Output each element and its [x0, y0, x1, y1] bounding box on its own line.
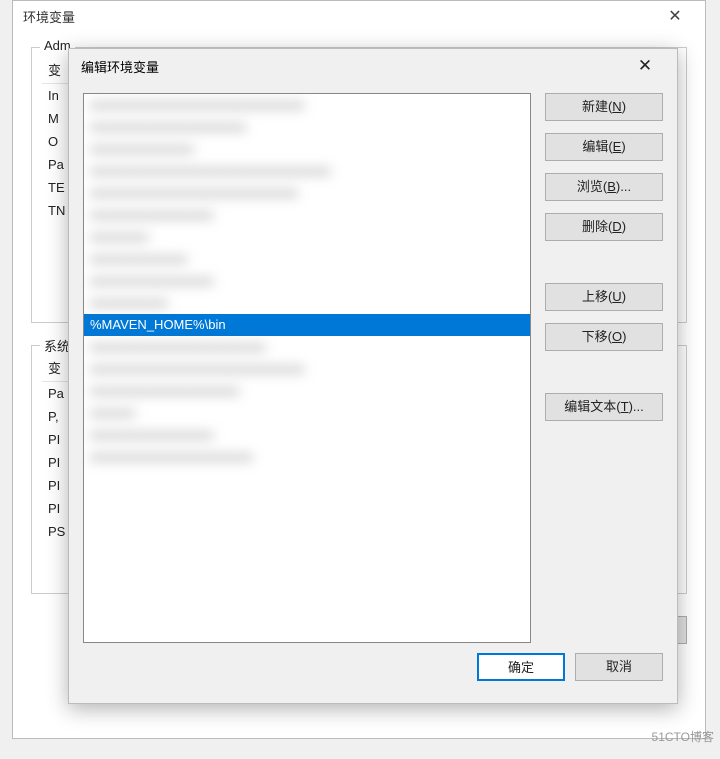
- edit-text-button[interactable]: 编辑文本(T)...: [545, 393, 663, 421]
- list-item[interactable]: xxxxxxxxxxxxxxxxxxx: [84, 424, 530, 446]
- list-item[interactable]: xxxxxxxxxxxxxxxxxxxxxxxxxxxxxxxx: [84, 182, 530, 204]
- list-item[interactable]: xxxxxxxxxxxxxxxxxxxxxxx: [84, 380, 530, 402]
- path-list[interactable]: xxxxxxxxxxxxxxxxxxxxxxxxxxxxxxxxx xxxxxx…: [83, 93, 531, 643]
- list-item[interactable]: xxxxxxxxxxxxxxxxxxxxxxxxxxxxxxxxx: [84, 94, 530, 116]
- move-up-button[interactable]: 上移(U): [545, 283, 663, 311]
- list-item[interactable]: xxxxxxxxxxxxxxxx: [84, 138, 530, 160]
- ok-button[interactable]: 确定: [477, 653, 565, 681]
- edit-env-var-dialog: 编辑环境变量 ✕ xxxxxxxxxxxxxxxxxxxxxxxxxxxxxxx…: [68, 48, 678, 704]
- side-buttons: 新建(N) 编辑(E) 浏览(B)... 删除(D) 上移(U) 下移(O) 编…: [545, 93, 663, 643]
- close-icon[interactable]: ✕: [655, 6, 695, 26]
- move-down-button[interactable]: 下移(O): [545, 323, 663, 351]
- list-item[interactable]: xxxxxxxxxxxxxxxxxxx: [84, 270, 530, 292]
- cancel-button[interactable]: 取消: [575, 653, 663, 681]
- watermark: 51CTO博客: [652, 728, 714, 745]
- titlebar: 环境变量 ✕: [13, 1, 705, 31]
- dialog-footer: 确定 取消: [69, 643, 677, 695]
- delete-button[interactable]: 删除(D): [545, 213, 663, 241]
- dialog-body: xxxxxxxxxxxxxxxxxxxxxxxxxxxxxxxxx xxxxxx…: [69, 83, 677, 643]
- window-title: 环境变量: [23, 7, 75, 26]
- dialog-title: 编辑环境变量: [81, 57, 159, 76]
- list-item[interactable]: xxxxxxxxxxxxxxxxxxxxxxxxxxxxxxxxxxxxx: [84, 160, 530, 182]
- list-item[interactable]: xxxxxxxxxxxxxxxxxxxxxxxxxxxxxxxxx: [84, 358, 530, 380]
- new-button[interactable]: 新建(N): [545, 93, 663, 121]
- list-item[interactable]: xxxxxxxxxxxx: [84, 292, 530, 314]
- browse-button[interactable]: 浏览(B)...: [545, 173, 663, 201]
- dialog-titlebar: 编辑环境变量 ✕: [69, 49, 677, 83]
- list-item[interactable]: xxxxxxxxx: [84, 226, 530, 248]
- list-item[interactable]: xxxxxxxxxxxxxxx: [84, 248, 530, 270]
- list-item[interactable]: xxxxxxxxxxxxxxxxxxxxxxxxx: [84, 446, 530, 468]
- list-item[interactable]: xxxxxxxxxxxxxxxxxxx: [84, 204, 530, 226]
- list-item[interactable]: xxxxxxxxxxxxxxxxxxxxxxxx: [84, 116, 530, 138]
- list-item[interactable]: xxxxxxx: [84, 402, 530, 424]
- edit-button[interactable]: 编辑(E): [545, 133, 663, 161]
- close-icon[interactable]: ✕: [625, 56, 665, 76]
- list-item-selected[interactable]: %MAVEN_HOME%\bin: [84, 314, 530, 336]
- list-item[interactable]: xxxxxxxxxxxxxxxxxxxxxxxxxxx: [84, 336, 530, 358]
